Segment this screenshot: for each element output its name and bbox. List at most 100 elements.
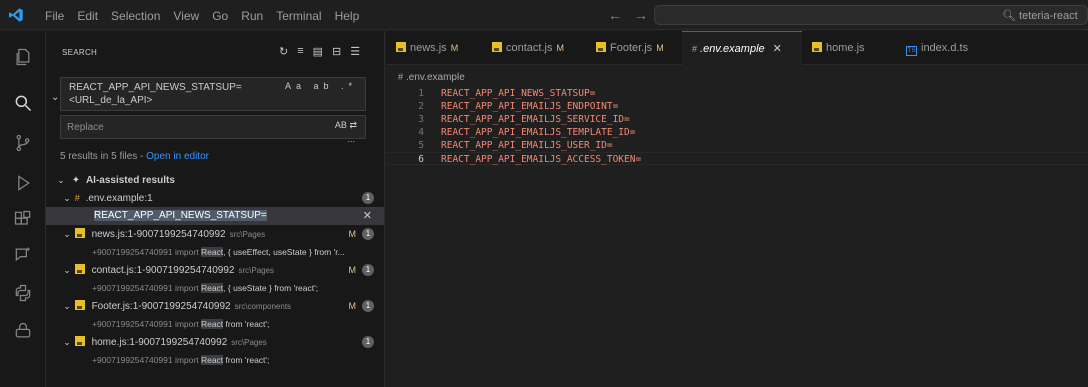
result-file-footer[interactable]: ⌄ Footer.js:1-9007199254740992 src\compon…: [46, 297, 384, 315]
tab-news[interactable]: news.js M: [386, 31, 482, 65]
js-file-icon: [74, 336, 85, 346]
search-input[interactable]: ⌄ REACT_APP_API_NEWS_STATSUP=<URL_de_la_…: [51, 77, 366, 111]
tab-index-d-ts[interactable]: TS index.d.ts: [896, 31, 996, 65]
env-file-icon: #: [692, 44, 698, 54]
title-bar: File Edit Selection View Go Run Terminal…: [0, 0, 1088, 30]
ai-sparkle-icon: ✦: [71, 175, 81, 186]
menu-file[interactable]: File: [45, 9, 64, 23]
open-in-editor-link[interactable]: Open in editor: [146, 151, 209, 162]
tab-label: index.d.ts: [921, 42, 969, 54]
sidebar-actions: ↻ ≡ ▤ ⊟ ☰: [279, 45, 360, 58]
extensions-icon[interactable]: [11, 207, 35, 231]
search-activity-icon[interactable]: [11, 91, 35, 115]
toggle-details-icon[interactable]: ...: [347, 134, 355, 144]
match-prefix: +9007199254740991 import: [92, 355, 201, 365]
tab-contact[interactable]: contact.js M: [482, 31, 586, 65]
back-arrow-icon[interactable]: ←: [608, 7, 634, 23]
result-file-home[interactable]: ⌄ home.js:1-9007199254740992 src\Pages 1: [46, 333, 384, 351]
editor[interactable]: # .env.example 1 REACT_APP_API_NEWS_STATSU…: [386, 66, 1088, 387]
result-file-env[interactable]: ⌄ # .env.example:1 1: [46, 189, 384, 207]
results-summary: 5 results in 5 files - Open in editor: [60, 151, 209, 162]
line-text: REACT_APP_API_NEWS_STATSUP=: [441, 88, 596, 99]
menu-selection[interactable]: Selection: [111, 9, 160, 23]
tab-home[interactable]: home.js: [802, 31, 892, 65]
match-count-badge: 1: [362, 264, 374, 276]
replace-input[interactable]: [67, 120, 287, 134]
modified-flag: M: [556, 43, 564, 53]
menu-edit[interactable]: Edit: [77, 9, 98, 23]
ts-file-icon: TS: [906, 46, 917, 56]
result-match-news[interactable]: +9007199254740991 import React, { useEff…: [46, 243, 384, 261]
source-control-icon[interactable]: [11, 131, 35, 155]
collapse-all-icon[interactable]: ⊟: [332, 45, 341, 58]
code-line-current: 6 REACT_APP_API_EMAILJS_ACCESS_TOKEN=: [386, 152, 1088, 165]
tab-label: news.js: [410, 42, 447, 54]
refresh-icon[interactable]: ↻: [279, 45, 288, 58]
code-line: 3 REACT_APP_API_EMAILJS_SERVICE_ID=: [386, 113, 1088, 126]
search-sidebar: SEARCH ↻ ≡ ▤ ⊟ ☰ ⌄ REACT_APP_API_NEWS_ST…: [46, 31, 385, 387]
preserve-case-button[interactable]: AB ⇄: [335, 120, 357, 131]
match-prefix: +9007199254740991 import: [92, 247, 201, 257]
ai-results-label: AI-assisted results: [85, 175, 175, 186]
match-prefix: +9007199254740991 import: [92, 283, 201, 293]
command-center[interactable]: 🔍︎ teteria-react: [654, 5, 1088, 25]
line-text: REACT_APP_API_EMAILJS_ACCESS_TOKEN=: [441, 154, 642, 165]
result-file-path: src\Pages: [231, 338, 267, 347]
js-file-icon: [74, 228, 85, 238]
line-text: REACT_APP_API_EMAILJS_TEMPLATE_ID=: [441, 127, 636, 138]
menu-go[interactable]: Go: [212, 9, 228, 23]
match-hit: React: [200, 247, 224, 257]
line-text: REACT_APP_API_EMAILJS_USER_ID=: [441, 140, 613, 151]
ai-results-header[interactable]: ⌄ ✦ AI-assisted results: [46, 171, 384, 189]
tab-label: contact.js: [506, 42, 553, 54]
python-icon[interactable]: [11, 281, 35, 305]
close-tab-icon[interactable]: ✕: [773, 43, 782, 55]
env-file-icon: #: [398, 72, 404, 82]
menu-view[interactable]: View: [173, 9, 199, 23]
result-match-env[interactable]: REACT_APP_API_NEWS_STATSUP= ✕: [46, 207, 384, 225]
code-area[interactable]: 1 REACT_APP_API_NEWS_STATSUP= 2 REACT_APP_…: [386, 87, 1088, 165]
replace-field[interactable]: AB ⇄ ...: [60, 115, 366, 144]
new-search-editor-icon[interactable]: ▤: [313, 45, 323, 58]
js-file-icon: [812, 42, 822, 52]
result-match-home[interactable]: +9007199254740991 import React from 'rea…: [46, 351, 384, 369]
result-file-name: .env.example:1: [85, 193, 153, 204]
result-file-contact[interactable]: ⌄ contact.js:1-9007199254740992 src\Pages…: [46, 261, 384, 279]
match-suffix: , { useState } from 'react';: [223, 283, 319, 293]
tab-label: home.js: [826, 42, 865, 54]
code-line: 1 REACT_APP_API_NEWS_STATSUP=: [386, 87, 1088, 100]
chevron-down-icon: ⌄: [63, 337, 71, 347]
toggle-replace-icon[interactable]: ⌄: [51, 92, 59, 103]
view-as-tree-icon[interactable]: ☰: [350, 45, 360, 58]
tab-footer[interactable]: Footer.js M: [586, 31, 682, 65]
breadcrumb-file[interactable]: .env.example: [406, 72, 465, 83]
result-file-path: src\Pages: [238, 266, 275, 275]
tab-env-example[interactable]: # .env.example ✕: [682, 31, 802, 65]
result-match-contact[interactable]: +9007199254740991 import React, { useSta…: [46, 279, 384, 297]
menu-run[interactable]: Run: [241, 9, 263, 23]
chat-icon[interactable]: [11, 243, 35, 267]
result-file-name: home.js:1-9007199254740992: [91, 337, 228, 348]
line-number: 5: [418, 140, 424, 151]
remote-explorer-icon[interactable]: [11, 319, 35, 343]
explorer-icon[interactable]: [11, 45, 35, 69]
menu-bar: File Edit Selection View Go Run Terminal…: [45, 9, 372, 23]
line-number: 1: [418, 88, 424, 99]
clear-results-icon[interactable]: ≡: [297, 45, 303, 58]
vscode-logo-icon[interactable]: [8, 7, 24, 23]
menu-help[interactable]: Help: [335, 9, 360, 23]
match-suffix: from 'react';: [223, 319, 270, 329]
result-file-name: news.js:1-9007199254740992: [91, 229, 226, 240]
run-debug-icon[interactable]: [11, 171, 35, 195]
code-line: 2 REACT_APP_API_EMAILJS_ENDPOINT=: [386, 100, 1088, 113]
results-tree: ⌄ ✦ AI-assisted results ⌄ # .env.example…: [46, 171, 384, 369]
code-line: 4 REACT_APP_API_EMAILJS_TEMPLATE_ID=: [386, 126, 1088, 139]
result-match-footer[interactable]: +9007199254740991 import React from 'rea…: [46, 315, 384, 333]
command-center-label: 🔍︎ teteria-react: [1002, 9, 1078, 22]
sidebar-title: SEARCH: [62, 48, 98, 57]
dismiss-icon[interactable]: ✕: [363, 207, 372, 225]
menu-terminal[interactable]: Terminal: [276, 9, 321, 23]
result-file-news[interactable]: ⌄ news.js:1-9007199254740992 src\Pages M …: [46, 225, 384, 243]
search-options[interactable]: Aa ab .*: [285, 81, 357, 91]
replace-all-icon[interactable]: ⇄: [349, 120, 357, 130]
